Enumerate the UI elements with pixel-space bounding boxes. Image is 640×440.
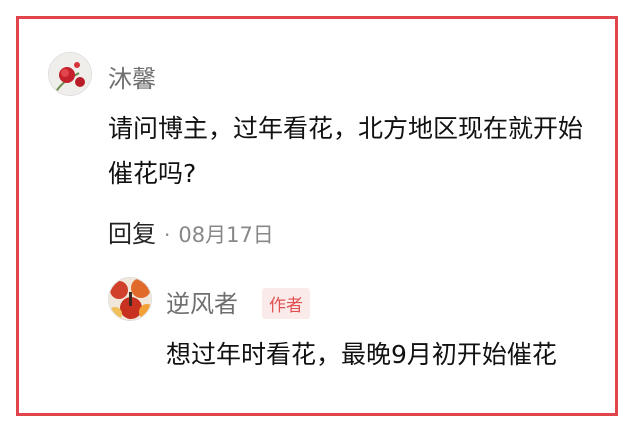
author-badge: 作者 bbox=[262, 288, 310, 319]
reply-author-avatar[interactable] bbox=[108, 277, 152, 321]
reply-text: 想过年时看花，最晚9月初开始催花 bbox=[166, 340, 557, 369]
separator-dot: · bbox=[164, 223, 171, 247]
commenter-avatar[interactable] bbox=[48, 52, 92, 96]
reply-button[interactable]: 回复 bbox=[108, 214, 156, 249]
comment-text: 请问博主，过年看花，北方地区现在就开始催花吗? bbox=[108, 114, 584, 188]
comment-date: 08月17日 bbox=[178, 223, 274, 247]
comment-actions: 回复 · 08月17日 bbox=[108, 214, 274, 249]
autumn-foliage-avatar-icon bbox=[109, 278, 151, 320]
commenter-name[interactable]: 沐馨 bbox=[108, 59, 156, 94]
reply-author-name[interactable]: 逆风者 bbox=[166, 284, 238, 319]
rose-flower-avatar-icon bbox=[49, 53, 91, 95]
